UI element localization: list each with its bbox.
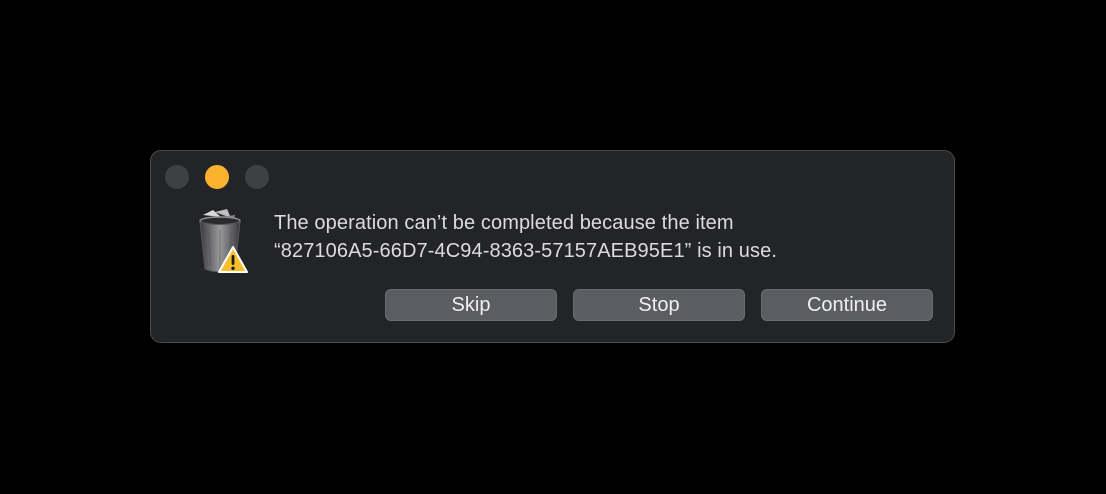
window-controls bbox=[165, 165, 269, 189]
trash-with-warning-icon bbox=[199, 209, 248, 273]
alert-message: The operation can’t be completed because… bbox=[274, 209, 914, 265]
button-row: Skip Stop Continue bbox=[385, 289, 933, 321]
skip-button[interactable]: Skip bbox=[385, 289, 557, 321]
stop-button[interactable]: Stop bbox=[573, 289, 745, 321]
zoom-button[interactable] bbox=[245, 165, 269, 189]
continue-button[interactable]: Continue bbox=[761, 289, 933, 321]
minimize-button[interactable] bbox=[205, 165, 229, 189]
alert-message-line-2: “827106A5-66D7-4C94-8363-57157AEB95E1” i… bbox=[274, 240, 778, 262]
close-button[interactable] bbox=[165, 165, 189, 189]
alert-dialog: The operation can’t be completed because… bbox=[150, 150, 955, 343]
alert-message-line-1: The operation can’t be completed because… bbox=[274, 212, 734, 234]
